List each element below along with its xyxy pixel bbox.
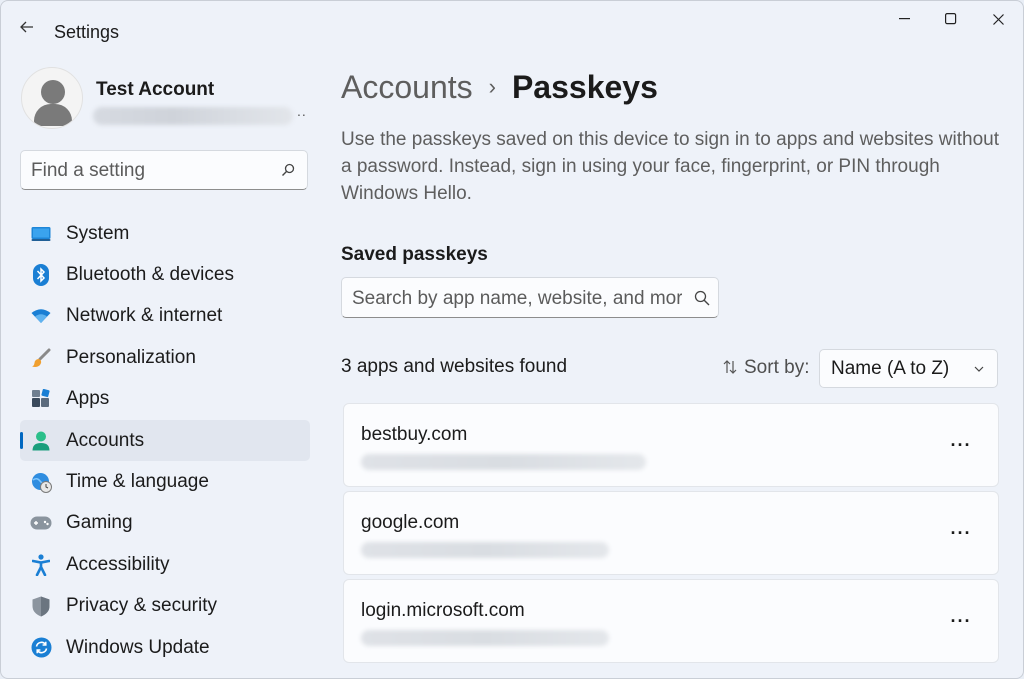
sidebar-item-privacy-security[interactable]: Privacy & security [20, 586, 310, 627]
back-button[interactable] [15, 15, 39, 39]
minimize-button[interactable] [881, 7, 927, 31]
sidebar-item-label: Apps [66, 388, 110, 410]
sidebar: Test Account .. System Bluetoot [1, 59, 321, 678]
sidebar-nav: System Bluetooth & devices Network & int… [20, 213, 310, 668]
apps-icon [30, 388, 52, 410]
passkey-site: login.microsoft.com [361, 600, 525, 621]
passkey-row[interactable]: login.microsoft.com ··· [343, 579, 999, 663]
close-icon [992, 13, 1004, 25]
passkey-search-box[interactable] [341, 277, 719, 318]
wifi-icon [30, 305, 52, 327]
more-options-button[interactable]: ··· [948, 522, 974, 544]
more-options-button[interactable]: ··· [948, 434, 974, 456]
settings-search-input[interactable] [31, 158, 271, 184]
passkey-row[interactable]: google.com ··· [343, 491, 999, 575]
title-bar: Settings [1, 1, 1023, 59]
sort-value: Name (A to Z) [831, 357, 950, 379]
passkey-site: google.com [361, 512, 460, 533]
sidebar-item-personalization[interactable]: Personalization [20, 337, 310, 378]
sort-dropdown[interactable]: Name (A to Z) [819, 349, 998, 388]
maximize-icon [945, 13, 957, 25]
account-email-redacted [93, 107, 293, 125]
sidebar-item-label: Accounts [66, 429, 145, 451]
sidebar-item-label: System [66, 222, 130, 244]
sidebar-item-label: Personalization [66, 346, 196, 368]
close-button[interactable] [975, 7, 1021, 31]
sidebar-item-label: Windows Update [66, 636, 210, 658]
breadcrumb-parent[interactable]: Accounts [341, 69, 473, 106]
main-content: Accounts › Passkeys Use the passkeys sav… [321, 59, 1023, 678]
globe-clock-icon [30, 471, 52, 493]
sidebar-item-windows-update[interactable]: Windows Update [20, 627, 310, 668]
search-icon [694, 290, 710, 306]
sidebar-item-label: Time & language [66, 471, 209, 493]
sidebar-item-apps[interactable]: Apps [20, 379, 310, 420]
section-title: Saved passkeys [341, 244, 488, 265]
gamepad-icon [30, 512, 52, 534]
sidebar-item-system[interactable]: System [20, 213, 310, 254]
search-icon [282, 163, 295, 176]
more-options-button[interactable]: ··· [948, 610, 974, 632]
passkey-account-redacted [361, 542, 609, 558]
sidebar-item-gaming[interactable]: Gaming [20, 503, 310, 544]
sidebar-item-label: Bluetooth & devices [66, 264, 234, 286]
sidebar-item-label: Gaming [66, 512, 133, 534]
person-icon [30, 430, 52, 452]
settings-window: Settings Test Account .. Find a setting … [0, 0, 1024, 679]
shield-icon [30, 595, 52, 617]
breadcrumb: Accounts › Passkeys [341, 67, 658, 107]
sidebar-item-time-language[interactable]: Time & language [20, 461, 310, 502]
minimize-icon [898, 18, 910, 20]
sidebar-item-label: Accessibility [66, 553, 170, 575]
app-title: Settings [54, 22, 120, 42]
account-profile[interactable]: Test Account .. [21, 67, 311, 137]
passkey-account-redacted [361, 630, 609, 646]
sidebar-item-bluetooth[interactable]: Bluetooth & devices [20, 254, 310, 295]
selected-indicator [20, 431, 23, 449]
bluetooth-icon [30, 264, 52, 287]
update-icon [30, 637, 52, 659]
sidebar-item-accounts[interactable]: Accounts [20, 419, 310, 462]
passkey-list: bestbuy.com ··· google.com ··· login.mic… [343, 403, 999, 667]
passkey-account-redacted [361, 454, 646, 470]
chevron-down-icon [974, 366, 984, 372]
account-name: Test Account [96, 79, 215, 100]
page-description: Use the passkeys saved on this device to… [341, 129, 999, 204]
settings-search-box[interactable] [20, 150, 308, 190]
results-count: 3 apps and websites found [341, 356, 568, 377]
page-title: Passkeys [511, 68, 658, 105]
passkey-site: bestbuy.com [361, 424, 468, 445]
sort-icon [723, 360, 737, 374]
avatar [21, 67, 83, 129]
maximize-button[interactable] [928, 7, 974, 31]
accessibility-icon [30, 554, 52, 576]
sidebar-item-accessibility[interactable]: Accessibility [20, 544, 310, 585]
passkey-row[interactable]: bestbuy.com ··· [343, 403, 999, 487]
account-email-ellipsis: .. [297, 103, 307, 119]
sidebar-item-network[interactable]: Network & internet [20, 296, 310, 337]
sidebar-item-label: Network & internet [66, 305, 223, 327]
passkey-search-input[interactable] [352, 286, 682, 311]
breadcrumb-separator-icon: › [488, 74, 496, 99]
paintbrush-icon [30, 347, 52, 369]
sort-label: Sort by: [744, 357, 810, 378]
back-arrow-icon [20, 21, 33, 33]
monitor-icon [30, 223, 52, 245]
sidebar-item-label: Privacy & security [66, 595, 217, 617]
